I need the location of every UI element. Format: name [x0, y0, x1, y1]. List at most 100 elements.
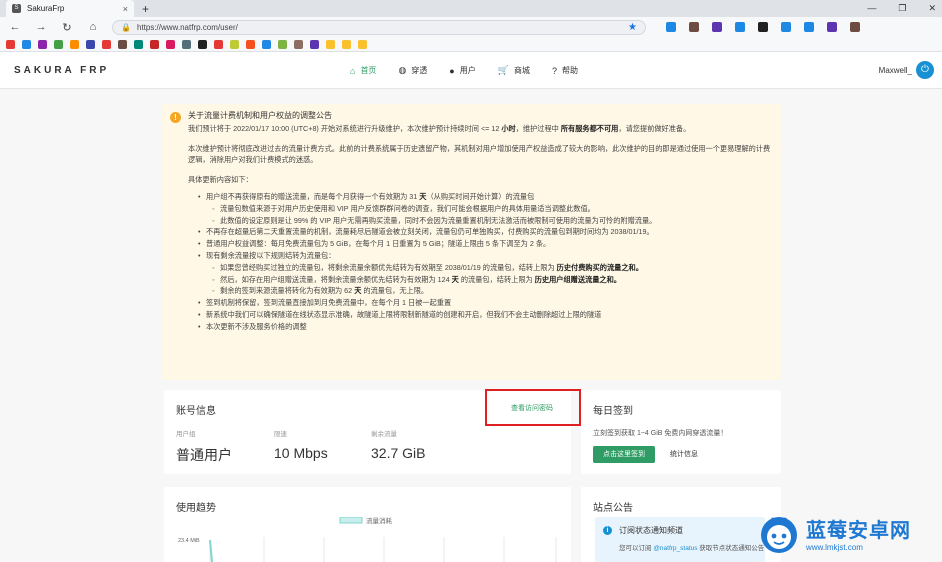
checkin-button[interactable]: 点击这里签到	[593, 446, 655, 463]
highlight-box	[485, 389, 581, 426]
close-window-icon[interactable]: ✕	[928, 0, 936, 17]
extension-icon[interactable]	[850, 22, 860, 32]
list-item: 普通用户权益调整：每月免费流量包为 5 GiB，在每个月 1 日重置为 5 Gi…	[198, 238, 771, 250]
bookmark-icon[interactable]	[246, 39, 255, 49]
stat-speed-limit: 限速 10 Mbps	[274, 428, 328, 461]
bookmark-icon[interactable]	[54, 39, 63, 49]
stat-value: 普通用户	[176, 447, 232, 463]
reload-icon[interactable]: ↻	[60, 21, 74, 34]
browser-tab[interactable]: S SakuraFrp ×	[6, 0, 134, 17]
extension-icon[interactable]	[689, 22, 699, 32]
home-icon[interactable]: ⌂	[86, 21, 100, 33]
y-tick-label: 23.4 MiB	[178, 538, 200, 544]
stat-value: 10 Mbps	[274, 445, 328, 461]
lock-icon: 🔒	[121, 22, 131, 32]
extension-icon[interactable]	[666, 22, 676, 32]
restore-icon[interactable]: ❐	[898, 0, 906, 17]
card-title: 使用趋势	[176, 503, 216, 514]
minimize-icon[interactable]: —	[867, 0, 876, 17]
watermark-url: www.lmkjst.com	[806, 543, 863, 552]
legend-swatch	[339, 517, 363, 524]
extension-icon[interactable]	[804, 22, 814, 32]
back-icon[interactable]: ←	[8, 21, 22, 33]
forward-icon[interactable]: →	[34, 21, 48, 33]
bookmark-icon[interactable]	[342, 39, 351, 49]
bookmark-icon[interactable]	[262, 39, 271, 49]
bookmark-icon[interactable]	[278, 39, 287, 49]
list-item: 流量包数值来源于对用户历史使用和 VIP 用户反馈群群问卷的调查，我们可能会根据…	[212, 203, 771, 215]
legend-label: 流量消耗	[366, 517, 393, 525]
list-item: 剩余的签到来源流量将转化为有效期为 62 天 的流量包，无上限。	[212, 285, 771, 297]
close-tab-icon[interactable]: ×	[123, 4, 128, 14]
bookmark-icon[interactable]	[166, 39, 175, 49]
stat-user-group: 用户组 普通用户	[176, 428, 232, 465]
bookmark-icon[interactable]	[38, 39, 47, 49]
bookmark-icon[interactable]	[70, 39, 79, 49]
bookmark-star-icon[interactable]: ★	[628, 22, 637, 33]
bookmark-icon[interactable]	[214, 39, 223, 49]
url-input[interactable]: 🔒 https://www.natfrp.com/user/ ★	[112, 19, 646, 35]
globe-icon: ◍	[398, 65, 407, 75]
help-icon: ?	[551, 65, 557, 76]
subscribe-description: 您可以订阅 @natfrp_status 获取节点状态通知公告	[619, 545, 765, 552]
bookmark-icon[interactable]	[118, 39, 127, 49]
bookmark-icon[interactable]	[294, 39, 303, 49]
list-item: 用户组不再获得原有的赠送流量，而是每个月获得一个有效期为 31 天（从购买时间开…	[198, 191, 771, 226]
bookmark-icon[interactable]	[198, 39, 207, 49]
subscribe-notice: i 订阅状态通知频道 您可以订阅 @natfrp_status 获取节点状态通知…	[595, 517, 765, 562]
nav-item-home[interactable]: ⌂ 首页	[350, 65, 376, 76]
power-icon[interactable]: ⏻	[916, 61, 934, 79]
info-icon: i	[603, 526, 612, 535]
list-item: 然后，如存在用户组赠送流量，将剩余流量余额优先结转为有效期为 124 天 的流量…	[212, 274, 771, 286]
bookmark-icon[interactable]	[182, 39, 191, 49]
notice-list: 用户组不再获得原有的赠送流量，而是每个月获得一个有效期为 31 天（从购买时间开…	[188, 191, 771, 333]
browser-tab-bar: S SakuraFrp × + — ❐ ✕	[0, 0, 942, 17]
nav-label: 穿透	[411, 66, 428, 75]
notice-paragraph: 我们预计将于 2022/01/17 10:00 (UTC+8) 开始对系统进行升…	[188, 123, 691, 133]
site-logo[interactable]: SAKURA FRP	[14, 65, 109, 76]
notice-title: 关于流量计费机制和用户权益的调整公告	[188, 111, 332, 120]
card-title: 每日签到	[593, 406, 633, 417]
bookmark-icon[interactable]	[230, 39, 239, 49]
trend-chart: 流量消耗 23.4 MiB	[178, 517, 557, 562]
bookmark-icon[interactable]	[310, 39, 319, 49]
extension-icon[interactable]	[827, 22, 837, 32]
bookmark-icon[interactable]	[134, 39, 143, 49]
list-item: 签到机制将保留，签到流量直接加到月免费流量中，在每个月 1 日被一起重置	[198, 297, 771, 309]
bookmark-icon[interactable]	[326, 39, 335, 49]
notice-paragraph: 本次维护预计将彻底改进过去的流量计费方式。此前的计费系统属于历史遗留产物，其机制…	[188, 143, 771, 165]
nav-label: 用户	[459, 66, 476, 75]
new-tab-button[interactable]: +	[142, 2, 149, 16]
stat-label: 用户组	[176, 431, 196, 438]
nav-item-tunnel[interactable]: ◍ 穿透	[398, 65, 427, 76]
address-bar-row: ← → ↻ ⌂ 🔒 https://www.natfrp.com/user/ ★	[0, 17, 942, 37]
bookmarks-bar	[0, 37, 942, 52]
bookmark-icon[interactable]	[6, 39, 15, 49]
extension-icon[interactable]	[712, 22, 722, 32]
nav-label: 首页	[360, 66, 377, 75]
list-item: 新系统中我们可以确保隧道在线状态显示准确，故隧道上限将限制新隧道的创建和开启，但…	[198, 309, 771, 321]
site-notice-card: 站点公告 i 订阅状态通知频道 您可以订阅 @natfrp_status 获取节…	[581, 487, 781, 562]
bookmark-icon[interactable]	[86, 39, 95, 49]
stats-button[interactable]: 统计信息	[661, 446, 707, 463]
daily-checkin-card: 每日签到 立刻签到获取 1~4 GiB 免费内网穿透流量！ 点击这里签到 统计信…	[581, 390, 781, 474]
stat-value: 32.7 GiB	[371, 445, 426, 461]
nav-item-help[interactable]: ? 帮助	[552, 65, 578, 76]
extension-icon[interactable]	[781, 22, 791, 32]
extension-icon[interactable]	[735, 22, 745, 32]
bookmark-icon[interactable]	[102, 39, 111, 49]
bookmark-icon[interactable]	[150, 39, 159, 49]
nav-item-user[interactable]: ● 用户	[449, 65, 475, 76]
extension-icon[interactable]	[758, 22, 768, 32]
stat-remaining-traffic: 剩余流量 32.7 GiB	[371, 428, 425, 461]
list-item: 本次更新不涉及服务价格的调整	[198, 321, 771, 333]
username: Maxwell_	[878, 65, 912, 75]
nav-item-shop[interactable]: 🛒 商城	[498, 65, 530, 76]
watermark: 蓝莓安卓网 www.lmkjst.com	[756, 508, 936, 558]
bookmark-icon[interactable]	[22, 39, 31, 49]
bookmark-icon[interactable]	[358, 39, 367, 49]
channel-link[interactable]: @natfrp_status	[653, 545, 697, 552]
user-menu[interactable]: Maxwell_ ⏻	[879, 61, 934, 79]
stat-label: 剩余流量	[371, 431, 397, 438]
user-icon: ●	[449, 65, 455, 76]
